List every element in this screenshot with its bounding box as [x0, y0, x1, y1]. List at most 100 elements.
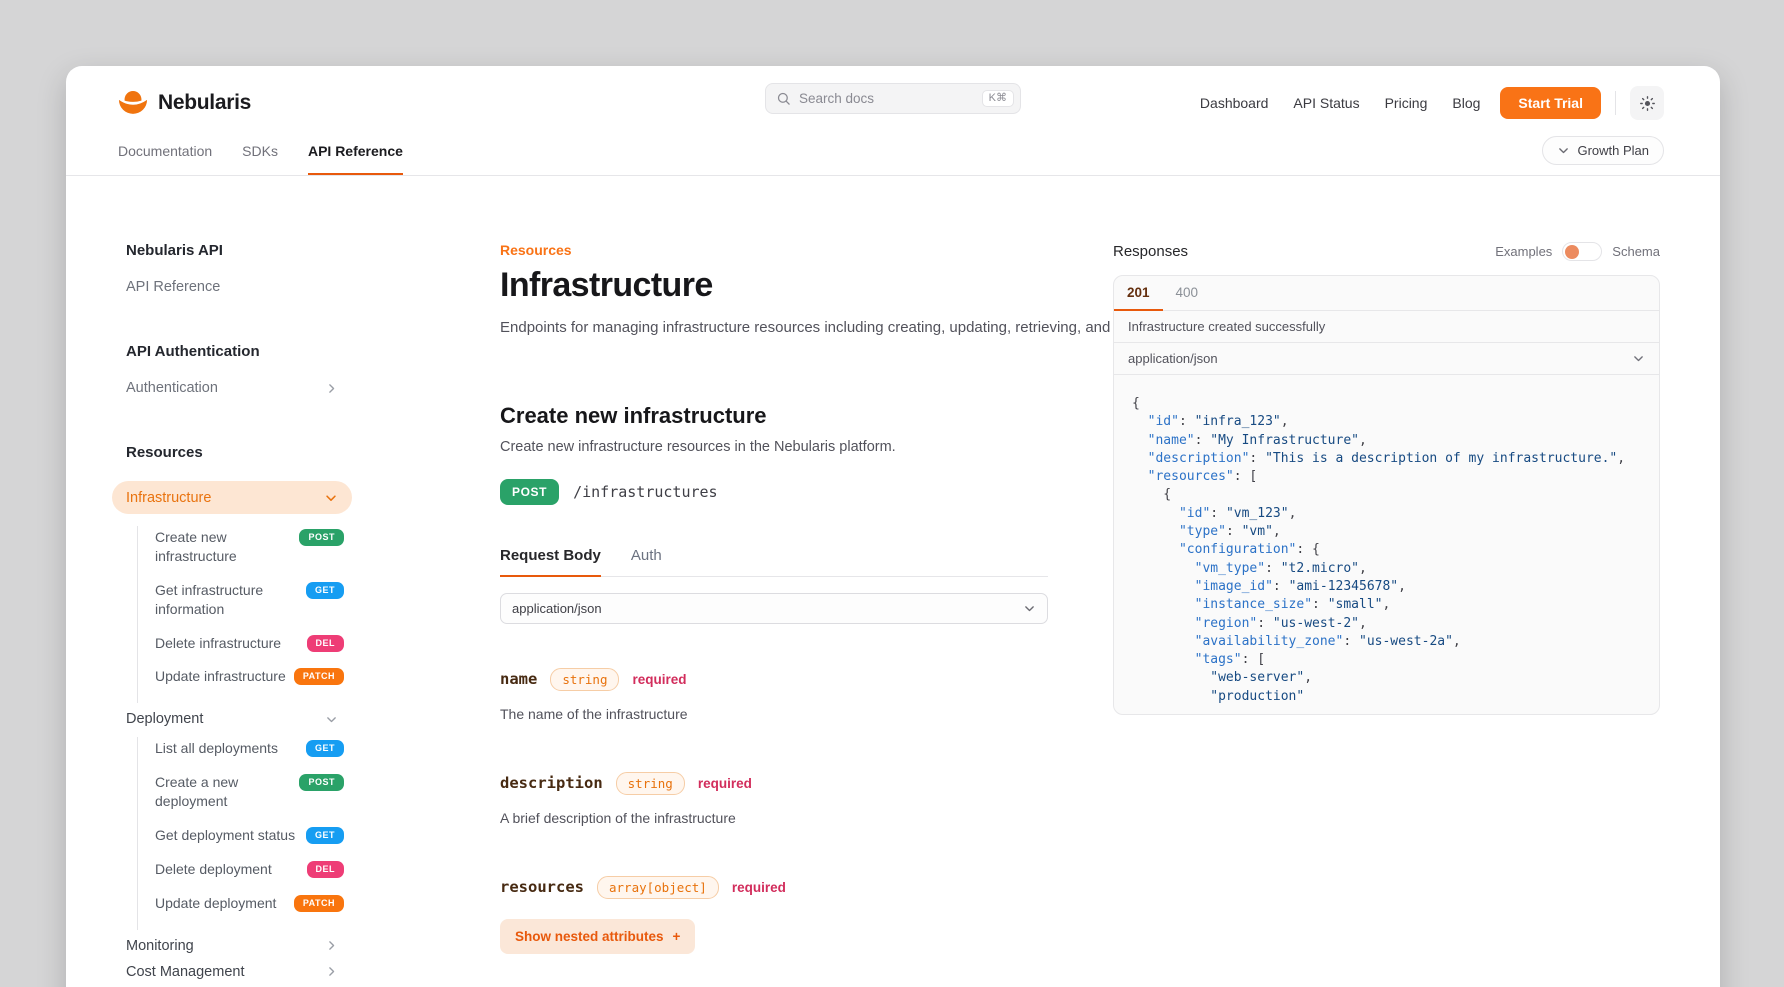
nav-link-pricing[interactable]: Pricing — [1385, 95, 1428, 111]
status-tab-201[interactable]: 201 — [1114, 276, 1163, 311]
page-background: Nebularis K⌘ Dashboard API Status Pricin… — [0, 0, 1784, 987]
tab-api-reference[interactable]: API Reference — [308, 143, 403, 175]
sidebar-item-label: Authentication — [126, 380, 218, 396]
chevron-right-icon — [325, 382, 338, 395]
sidebar-endpoint-get-infrastructure-information[interactable]: Get infrastructure information GET — [155, 581, 344, 619]
chevron-right-icon — [325, 939, 338, 952]
param-name-label: resources — [500, 878, 584, 896]
header-actions: Dashboard API Status Pricing Blog Start … — [1200, 86, 1664, 120]
param-required-flag: required — [632, 672, 686, 687]
status-tab-400[interactable]: 400 — [1163, 276, 1212, 311]
chevron-down-icon — [1632, 352, 1645, 365]
method-badge-get: GET — [306, 827, 344, 844]
content-type-value: application/json — [512, 601, 602, 616]
sidebar-heading-resources: Resources — [126, 444, 352, 461]
tab-request-body[interactable]: Request Body — [500, 547, 601, 577]
response-content-type-select[interactable]: application/json — [1114, 343, 1659, 375]
tab-auth[interactable]: Auth — [631, 547, 662, 577]
endpoint-label: Get infrastructure information — [155, 581, 306, 619]
sidebar-endpoint-update-deployment[interactable]: Update deployment PATCH — [155, 894, 344, 913]
search-input[interactable] — [799, 91, 974, 106]
header-divider — [1615, 91, 1616, 115]
endpoint-label: Delete infrastructure — [155, 634, 307, 653]
endpoint-label: Create a new deployment — [155, 773, 299, 811]
sidebar: Nebularis API API Reference API Authenti… — [112, 242, 352, 987]
sidebar-endpoint-delete-deployment[interactable]: Delete deployment DEL — [155, 860, 344, 879]
endpoint-label: Create new infrastructure — [155, 528, 299, 566]
toggle-label-schema: Schema — [1612, 244, 1660, 259]
sidebar-endpoint-update-infrastructure[interactable]: Update infrastructure PATCH — [155, 667, 344, 686]
operation-column: Resources Infrastructure Endpoints for m… — [500, 242, 1048, 987]
growth-plan-dropdown[interactable]: Growth Plan — [1542, 136, 1664, 165]
main-area: Resources Infrastructure Endpoints for m… — [352, 242, 1660, 987]
sidebar-heading-nebularis-api: Nebularis API — [126, 242, 352, 259]
breadcrumb-resources: Resources — [500, 242, 1048, 258]
endpoint-label: Get deployment status — [155, 826, 306, 845]
sidebar-endpoint-delete-infrastructure[interactable]: Delete infrastructure DEL — [155, 634, 344, 653]
search-box[interactable]: K⌘ — [765, 83, 1021, 114]
chevron-down-icon — [325, 713, 338, 726]
content-type-select[interactable]: application/json — [500, 593, 1048, 624]
spacer — [112, 396, 352, 444]
endpoint-label: Update infrastructure — [155, 667, 294, 686]
sidebar-endpoint-create-a-new-deployment[interactable]: Create a new deployment POST — [155, 773, 344, 811]
method-badge-patch: PATCH — [294, 895, 344, 912]
param-type-chip: string — [616, 772, 685, 795]
method-badge-get: GET — [306, 582, 344, 599]
endpoint-label: List all deployments — [155, 739, 306, 758]
top-header: Nebularis K⌘ Dashboard API Status Pricin… — [66, 66, 1720, 130]
toggle-label-examples: Examples — [1495, 244, 1552, 259]
param-type-chip: array[object] — [597, 876, 719, 899]
param-required-flag: required — [732, 880, 786, 895]
endpoint-path: /infrastructures — [573, 483, 718, 501]
responses-header: Responses Examples Schema — [1113, 242, 1660, 261]
response-panel: 201 400 Infrastructure created successfu… — [1113, 275, 1660, 715]
param-name: name string required The name of the inf… — [500, 668, 1048, 722]
response-example-json: { "id": "infra_123", "name": "My Infrast… — [1114, 375, 1659, 715]
tab-sdks[interactable]: SDKs — [242, 143, 278, 175]
method-badge-patch: PATCH — [294, 668, 344, 685]
endpoint-label: Delete deployment — [155, 860, 307, 879]
chevron-down-icon — [1023, 602, 1036, 615]
examples-schema-switch[interactable] — [1562, 242, 1602, 261]
theme-toggle-button[interactable] — [1630, 86, 1664, 120]
sidebar-item-label: Monitoring — [126, 938, 194, 954]
show-nested-attributes-button[interactable]: Show nested attributes + — [500, 919, 695, 954]
nav-link-api-status[interactable]: API Status — [1293, 95, 1359, 111]
sidebar-item-authentication[interactable]: Authentication — [126, 380, 338, 396]
start-trial-button[interactable]: Start Trial — [1500, 87, 1601, 119]
responses-title: Responses — [1113, 243, 1188, 260]
endpoint-label: Update deployment — [155, 894, 294, 913]
response-content-type-value: application/json — [1128, 351, 1218, 366]
plan-badge-label: Growth Plan — [1577, 143, 1649, 158]
brand-name: Nebularis — [158, 91, 251, 115]
sidebar-item-api-reference[interactable]: API Reference — [126, 279, 338, 295]
examples-schema-toggle-group: Examples Schema — [1495, 242, 1660, 261]
param-type-chip: string — [550, 668, 619, 691]
sidebar-endpoint-list-all-deployments[interactable]: List all deployments GET — [155, 739, 344, 758]
param-head: resources array[object] required — [500, 876, 1048, 899]
chevron-down-icon — [324, 491, 338, 505]
brightness-sun-icon — [1639, 95, 1656, 112]
nav-link-dashboard[interactable]: Dashboard — [1200, 95, 1269, 111]
sidebar-item-cost-management[interactable]: Cost Management — [112, 964, 352, 980]
sidebar-endpoint-create-new-infrastructure[interactable]: Create new infrastructure POST — [155, 528, 344, 566]
param-name-label: description — [500, 774, 603, 792]
param-description: A brief description of the infrastructur… — [500, 810, 1048, 826]
brand-home-link[interactable]: Nebularis — [118, 88, 251, 118]
sidebar-item-deployment[interactable]: Deployment — [112, 711, 352, 727]
nav-link-blog[interactable]: Blog — [1452, 95, 1480, 111]
endpoint-line: POST /infrastructures — [500, 479, 1048, 505]
spacer — [112, 295, 352, 343]
response-description-row: Infrastructure created successfully — [1114, 311, 1659, 343]
infrastructure-endpoint-list: Create new infrastructure POST Get infra… — [137, 526, 352, 703]
sidebar-item-monitoring[interactable]: Monitoring — [112, 938, 352, 954]
sidebar-item-label: Deployment — [126, 711, 203, 727]
sidebar-endpoint-get-deployment-status[interactable]: Get deployment status GET — [155, 826, 344, 845]
sidebar-heading-api-authentication: API Authentication — [126, 343, 352, 360]
tab-documentation[interactable]: Documentation — [118, 143, 212, 175]
sidebar-item-label: Infrastructure — [126, 490, 211, 506]
sidebar-item-infrastructure-active[interactable]: Infrastructure — [112, 481, 352, 514]
param-description-field: description string required A brief desc… — [500, 772, 1048, 826]
section-tab-bar: Documentation SDKs API Reference Growth … — [66, 130, 1720, 176]
